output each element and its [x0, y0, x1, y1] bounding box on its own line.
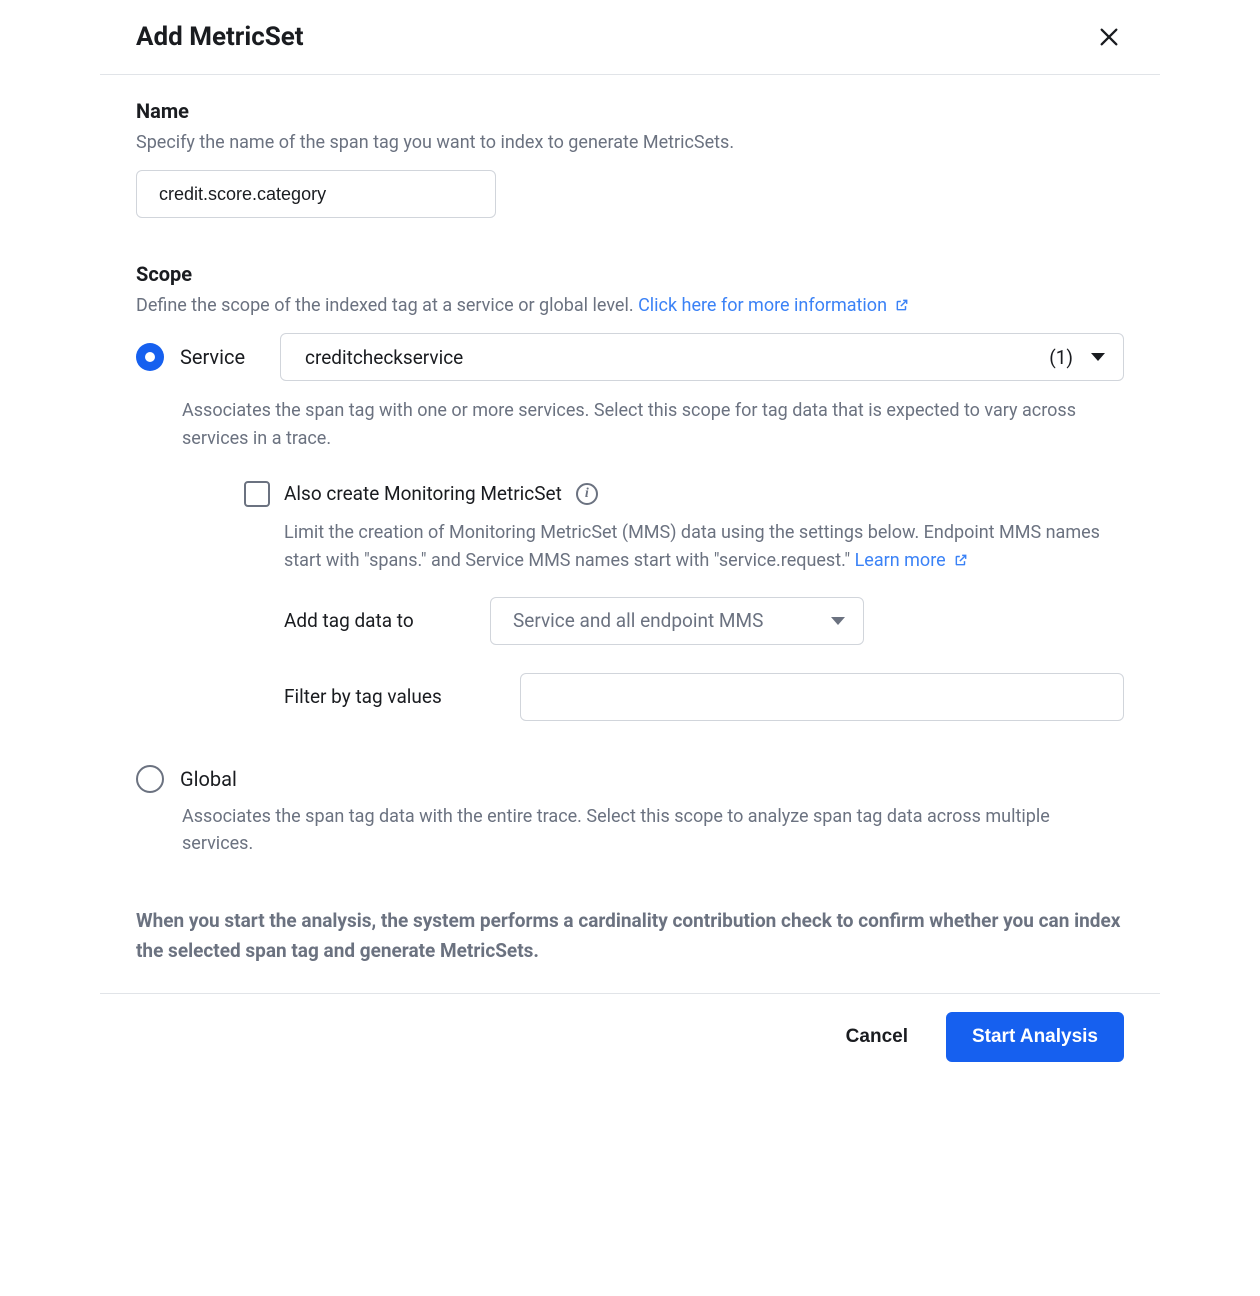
- service-select[interactable]: creditcheckservice (1): [280, 333, 1124, 381]
- name-label: Name: [136, 99, 1124, 123]
- start-analysis-button[interactable]: Start Analysis: [946, 1012, 1124, 1062]
- global-helper-text: Associates the span tag data with the en…: [182, 803, 1124, 859]
- close-icon: [1098, 26, 1120, 48]
- info-icon[interactable]: i: [576, 483, 598, 505]
- name-description: Specify the name of the span tag you wan…: [136, 129, 1124, 156]
- scope-info-link[interactable]: Click here for more information: [638, 295, 909, 316]
- scope-label: Scope: [136, 262, 1124, 286]
- name-input[interactable]: [136, 170, 496, 218]
- learn-more-link[interactable]: Learn more: [855, 550, 969, 571]
- external-link-icon: [954, 553, 968, 567]
- chevron-down-icon: [831, 617, 845, 625]
- filter-label: Filter by tag values: [284, 685, 470, 708]
- dialog-title: Add MetricSet: [136, 22, 304, 52]
- scope-desc-text: Define the scope of the indexed tag at a…: [136, 295, 638, 316]
- name-section: Name Specify the name of the span tag yo…: [136, 99, 1124, 218]
- mms-checkbox-label: Also create Monitoring MetricSet: [284, 482, 562, 505]
- service-helper-text: Associates the span tag with one or more…: [182, 397, 1124, 453]
- add-tag-label: Add tag data to: [284, 609, 440, 632]
- scope-description: Define the scope of the indexed tag at a…: [136, 292, 1124, 319]
- add-tag-select-value: Service and all endpoint MMS: [513, 609, 763, 632]
- mms-checkbox[interactable]: [244, 481, 270, 507]
- cancel-button[interactable]: Cancel: [846, 1026, 908, 1048]
- filter-input[interactable]: [520, 673, 1124, 721]
- global-radio[interactable]: [136, 765, 164, 793]
- add-tag-select[interactable]: Service and all endpoint MMS: [490, 597, 864, 645]
- global-radio-label: Global: [180, 767, 237, 791]
- external-link-icon: [895, 298, 909, 312]
- service-radio-label: Service: [180, 345, 264, 369]
- service-select-count: (1): [1049, 346, 1073, 369]
- scope-section: Scope Define the scope of the indexed ta…: [136, 262, 1124, 858]
- service-radio[interactable]: [136, 343, 164, 371]
- service-select-value: creditcheckservice: [305, 346, 463, 369]
- chevron-down-icon: [1091, 353, 1105, 361]
- close-button[interactable]: [1094, 22, 1124, 52]
- analysis-note: When you start the analysis, the system …: [136, 906, 1124, 965]
- mms-description: Limit the creation of Monitoring MetricS…: [284, 519, 1124, 575]
